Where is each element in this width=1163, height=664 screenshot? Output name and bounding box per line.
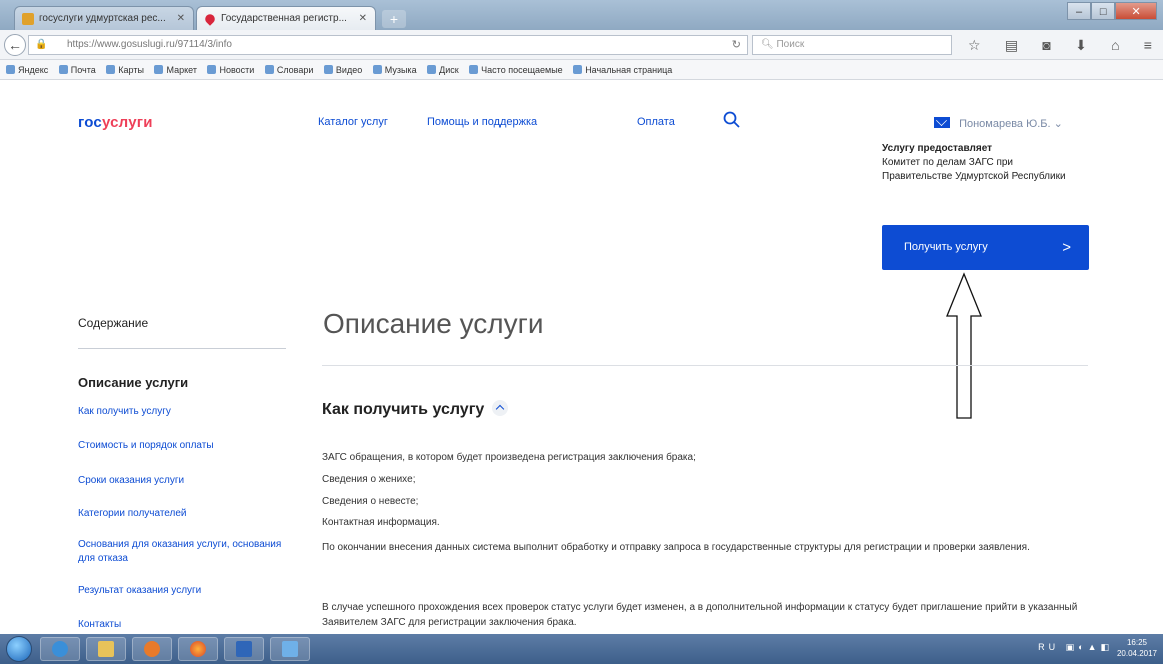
bookmark-item[interactable]: Карты (106, 60, 144, 79)
bookmark-item[interactable]: Маркет (154, 60, 196, 79)
tab-label: Государственная регистр... (221, 13, 347, 24)
get-service-button[interactable]: Получить услугу > (882, 225, 1089, 270)
bookmark-star-icon[interactable]: ☆ (968, 35, 981, 55)
system-tray[interactable]: RU ▣◐▲◧ (1038, 642, 1113, 653)
clock-time: 16:25 (1126, 638, 1147, 647)
browser-tab-gosuslugi-search[interactable]: госуслуги удмуртская рес... ✕ (14, 6, 194, 30)
new-tab-button[interactable]: + (382, 10, 406, 28)
search-icon[interactable] (722, 110, 742, 130)
taskbar-app-icon[interactable] (224, 637, 264, 661)
sidebar-link-terms[interactable]: Сроки оказания услуги (78, 474, 286, 488)
chevron-down-icon: ⌄ (1053, 118, 1063, 130)
section-how-to-get[interactable]: Как получить услугу (322, 400, 509, 419)
search-placeholder: Поиск (776, 39, 805, 50)
back-arrow-icon[interactable]: ← (4, 34, 26, 56)
instruction-line: ЗАГС обращения, в котором будет произвед… (322, 452, 696, 463)
bookmark-item[interactable]: Музыка (373, 60, 417, 79)
taskbar-media-icon[interactable] (132, 637, 172, 661)
bookmark-item[interactable]: Почта (59, 60, 96, 79)
logo-part-gos: гос (78, 114, 102, 131)
clock-date: 20.04.2017 (1116, 649, 1157, 658)
browser-search-input[interactable]: 🔍︎ Поиск (752, 35, 952, 55)
taskbar-clock[interactable]: 16:25 20.04.2017 (1117, 637, 1157, 659)
menu-icon[interactable]: ≡ (1144, 35, 1152, 55)
sidebar-link-result[interactable]: Результат оказания услуги (78, 584, 286, 598)
gosuslugi-favicon-icon (203, 12, 217, 26)
window-controls: – □ ✕ (1067, 2, 1158, 20)
sidebar-link-contacts[interactable]: Контакты (78, 618, 286, 632)
browser-tab-state-registration[interactable]: Государственная регистр... ✕ (196, 6, 376, 30)
logo-part-uslugi: услуги (101, 114, 153, 131)
bookmark-item[interactable]: Начальная страница (573, 60, 672, 79)
address-bar[interactable]: 🔒 https://www.gosuslugi.ru/97114/3/info … (28, 35, 748, 55)
provider-text: Комитет по делам ЗАГС при Правительстве … (882, 157, 1066, 182)
sidebar-link-grounds[interactable]: Основания для оказания услуги, основания… (78, 538, 286, 566)
downloads-icon[interactable]: ⬇ (1075, 35, 1087, 55)
minimize-icon[interactable]: – (1067, 2, 1092, 20)
instruction-line: Сведения о жениxе; (322, 474, 416, 485)
user-name: Пономарева Ю.Б. (959, 118, 1051, 130)
site-info-lock-icon[interactable]: 🔒 (35, 36, 47, 54)
title-divider (322, 365, 1088, 366)
instruction-paragraph: По окончании внесения данных система вып… (322, 542, 1030, 553)
sidebar-link-cost[interactable]: Стоимость и порядок оплаты (78, 439, 286, 453)
reading-list-icon[interactable]: ▤ (1005, 35, 1018, 55)
bookmark-item[interactable]: Словари (265, 60, 314, 79)
sidebar-current-section: Описание услуги (78, 375, 189, 390)
chevron-right-icon: > (1062, 239, 1071, 256)
tray-language[interactable]: RU (1038, 642, 1059, 652)
taskbar-firefox-icon[interactable] (178, 637, 218, 661)
windows-taskbar: RU ▣◐▲◧ 16:25 20.04.2017 (0, 634, 1163, 664)
close-tab-icon[interactable]: ✕ (177, 7, 185, 30)
gosuslugi-logo[interactable]: госуслуги (78, 114, 153, 131)
yandex-favicon-icon (22, 13, 34, 25)
window-close-icon[interactable]: ✕ (1115, 2, 1158, 20)
search-icon: 🔍︎ (761, 39, 777, 50)
maximize-icon[interactable]: □ (1091, 2, 1116, 20)
nav-help-link[interactable]: Помощь и поддержка (427, 116, 537, 128)
bookmark-item[interactable]: Часто посещаемые (469, 60, 563, 79)
bookmark-item[interactable]: Диск (427, 60, 459, 79)
instruction-line: Сведения о невесте; (322, 496, 419, 507)
chevron-up-icon[interactable] (492, 400, 509, 416)
contents-sidebar: Содержание Описание услуги Как получить … (78, 316, 288, 630)
contents-title: Содержание (78, 316, 149, 330)
page-title: Описание услуги (323, 308, 544, 339)
service-provider-block: Услугу предоставляет Комитет по делам ЗА… (882, 142, 1072, 184)
screen: госуслуги удмуртская рес... ✕ Государств… (0, 0, 1163, 664)
taskbar-explorer-icon[interactable] (86, 637, 126, 661)
reload-icon[interactable]: ↻ (732, 36, 741, 54)
start-button-icon[interactable] (6, 636, 32, 662)
nav-payment-link[interactable]: Оплата (637, 116, 675, 128)
tab-label: госуслуги удмуртская рес... (39, 13, 166, 24)
mail-icon[interactable] (934, 117, 950, 128)
section-title: Как получить услугу (322, 401, 485, 418)
provider-heading: Услугу предоставляет (882, 143, 993, 154)
annotation-up-arrow-icon (946, 272, 982, 419)
browser-tab-strip: госуслуги удмуртская рес... ✕ Государств… (0, 0, 1163, 30)
sidebar-link-recipients[interactable]: Категории получателей (78, 507, 286, 521)
url-text: https://www.gosuslugi.ru/97114/3/info (67, 39, 232, 50)
instruction-paragraph: В случае успешного прохождения всех пров… (322, 602, 1078, 628)
user-menu[interactable]: Пономарева Ю.Б. ⌄ (934, 117, 1063, 130)
home-icon[interactable]: ⌂ (1111, 35, 1119, 55)
instruction-line: Контактная информация. (322, 517, 440, 528)
bookmark-item[interactable]: Видео (324, 60, 362, 79)
sidebar-link-how-to-get[interactable]: Как получить услугу (78, 405, 286, 419)
pocket-icon[interactable]: ◙ (1042, 35, 1050, 55)
bookmark-item[interactable]: Новости (207, 60, 254, 79)
bookmarks-bar: Яндекс Почта Карты Маркет Новости Словар… (0, 60, 1163, 80)
get-service-label: Получить услугу (904, 241, 988, 253)
sidebar-divider (78, 348, 286, 349)
bookmark-item[interactable]: Яндекс (6, 60, 48, 79)
nav-catalog-link[interactable]: Каталог услуг (318, 116, 388, 128)
browser-toolbar-icons: ☆ ▤ ◙ ⬇ ⌂ ≡ (968, 35, 1158, 55)
taskbar-ie-icon[interactable] (40, 637, 80, 661)
taskbar-paint-icon[interactable] (270, 637, 310, 661)
close-tab-icon[interactable]: ✕ (359, 7, 367, 30)
site-header: госуслуги Каталог услуг Помощь и поддерж… (0, 80, 1163, 138)
browser-nav-bar: ← 🔒 https://www.gosuslugi.ru/97114/3/inf… (0, 30, 1163, 60)
